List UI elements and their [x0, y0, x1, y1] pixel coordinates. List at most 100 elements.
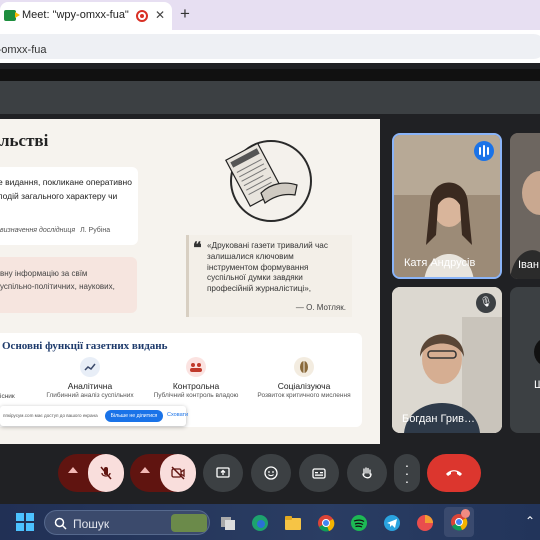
participant-name: Ш: [534, 379, 540, 391]
quote-block: ❝ «Друковані газети тривалий час залишал…: [186, 235, 352, 317]
function-name: Соціалізуюча: [277, 381, 331, 391]
reactions-button[interactable]: [251, 454, 291, 492]
function-name: Контрольна: [172, 381, 220, 391]
participant-tile[interactable]: Іван: [510, 133, 540, 279]
function-desc: Публічний контроль владою: [153, 392, 239, 399]
participant-name: Іван: [518, 259, 539, 271]
tray-chevron-up-icon[interactable]: ⌃: [525, 514, 535, 528]
taskbar-active-chrome[interactable]: [444, 507, 474, 537]
mic-options-chevron-icon[interactable]: [68, 467, 78, 473]
function-fragment: існик: [0, 393, 15, 400]
participant-tile[interactable]: Ш: [510, 287, 540, 433]
quote-line: залишалися ключовим: [207, 251, 294, 261]
tab-title: Meet: "wpy-omxx-fua": [22, 9, 129, 21]
participant-video: [510, 133, 540, 279]
task-view-icon[interactable]: [219, 514, 237, 532]
function-name: Аналітична: [67, 381, 113, 391]
mic-off-icon: [100, 466, 112, 480]
participant-name: Богдан Грив…: [402, 413, 475, 425]
newspaper-illustration: [225, 140, 312, 222]
definition-line: е видання, покликане оперативно: [0, 177, 132, 187]
camera-control-group: [130, 454, 196, 492]
definition-card: е видання, покликане оперативно подій за…: [0, 167, 138, 245]
search-highlight-icon: [171, 514, 207, 532]
more-vert-icon: · · ·: [404, 457, 410, 489]
chart-icon: [80, 357, 100, 377]
info-text: вну інформацію за свїм успільно-політичн…: [0, 267, 115, 293]
edge-icon[interactable]: [251, 514, 269, 532]
avatar: [534, 337, 540, 367]
camera-off-icon: [171, 466, 185, 480]
quote-line: суспільної думки завдяки: [207, 273, 303, 283]
captions-icon: [312, 468, 326, 479]
call-controls: · · ·: [0, 454, 540, 494]
definition-note-text: визначення дослідниця: [0, 227, 76, 234]
function-control: Контрольна Публічний контроль владою: [146, 357, 246, 400]
info-line: вну інформацію за свїм: [0, 269, 88, 278]
presentation-header-bar: [0, 81, 540, 114]
speaking-indicator-icon: [474, 141, 494, 161]
function-socializing: Соціалізуюча Розвиток критичного мисленн…: [254, 357, 354, 400]
telegram-icon[interactable]: [383, 514, 401, 532]
top-strip: [0, 69, 540, 81]
chrome-icon[interactable]: [317, 514, 335, 532]
screen-share-notice: ппкірусум.com має доступ до вашого екран…: [0, 406, 188, 426]
slide-title: льстві: [0, 131, 49, 150]
function-desc: Глибинний аналіз суспільних: [46, 392, 134, 399]
new-tab-button[interactable]: +: [180, 4, 190, 24]
quote-line: інструментом формування: [207, 262, 309, 272]
definition-line: подій загального характеру чи: [0, 191, 118, 201]
mic-control-group: [58, 454, 124, 492]
hand-icon: [362, 467, 372, 479]
present-screen-button[interactable]: [203, 454, 243, 492]
quote-line: «Друковані газети тривалий час: [207, 241, 328, 250]
hide-notice-button[interactable]: Сховати: [167, 412, 188, 418]
browser-tab-strip: Meet: "wpy-omxx-fua" ✕ +: [0, 0, 540, 30]
notification-badge: [461, 509, 470, 518]
tab-close-icon[interactable]: ✕: [155, 8, 165, 22]
definition-note: визначення дослідниця Л. Рубіна: [0, 227, 110, 234]
mic-muted-icon: 🎙: [476, 293, 496, 313]
meet-stage: льстві е видання, покликане оперативно п…: [0, 63, 540, 504]
raise-hand-button[interactable]: [347, 454, 387, 492]
search-label: Пошук: [73, 517, 110, 531]
quote-author: — О. Мотляк.: [295, 303, 346, 312]
functions-title: Основні функції газетних видань: [2, 340, 168, 352]
taskbar-search[interactable]: Пошук: [44, 510, 210, 535]
shared-slide: льстві е видання, покликане оперативно п…: [0, 119, 380, 444]
taskbar: Пошук ⌃: [0, 504, 540, 540]
captions-button[interactable]: [299, 454, 339, 492]
quote-mark-icon: ❝: [193, 240, 202, 257]
present-icon: [216, 467, 230, 478]
definition-text: е видання, покликане оперативно подій за…: [0, 175, 138, 203]
omnibox[interactable]: py-omxx-fua: [0, 34, 540, 59]
spotify-icon[interactable]: [350, 514, 368, 532]
brain-icon: [294, 357, 314, 377]
participant-tile[interactable]: Катя Андрусів: [392, 133, 502, 279]
screen-share-notice-text: ппкірусум.com має доступ до вашого екран…: [3, 413, 98, 418]
recording-indicator-icon: [136, 10, 148, 22]
camera-toggle-button[interactable]: [160, 454, 196, 492]
address-bar: py-omxx-fua: [0, 30, 540, 63]
search-icon: [54, 517, 67, 530]
definition-author: Л. Рубіна: [80, 227, 111, 234]
quote-text: «Друковані газети тривалий час залишалис…: [207, 241, 351, 295]
meet-favicon-icon: [4, 10, 20, 21]
camera-options-chevron-icon[interactable]: [140, 467, 150, 473]
browser-tab-meet[interactable]: Meet: "wpy-omxx-fua" ✕: [0, 2, 172, 30]
quote-line: професійній журналістиці»,: [207, 284, 312, 294]
people-icon: [186, 357, 206, 377]
url-text: py-omxx-fua: [0, 44, 47, 56]
leave-call-button[interactable]: [427, 454, 481, 492]
app-icon[interactable]: [416, 514, 434, 532]
windows-start-icon[interactable]: [16, 513, 34, 531]
function-desc: Розвиток критичного мислення: [257, 392, 351, 399]
emoji-icon: [264, 466, 278, 480]
more-options-button[interactable]: · · ·: [394, 454, 420, 492]
file-explorer-icon[interactable]: [284, 514, 302, 532]
participant-tile[interactable]: 🎙 Богдан Грив…: [392, 287, 502, 433]
participant-name: Катя Андрусів: [404, 257, 476, 269]
function-analytic: Аналітична Глибинний аналіз суспільних: [40, 357, 140, 400]
mic-toggle-button[interactable]: [88, 454, 124, 492]
stop-sharing-button[interactable]: Більше не ділитися: [105, 410, 163, 422]
